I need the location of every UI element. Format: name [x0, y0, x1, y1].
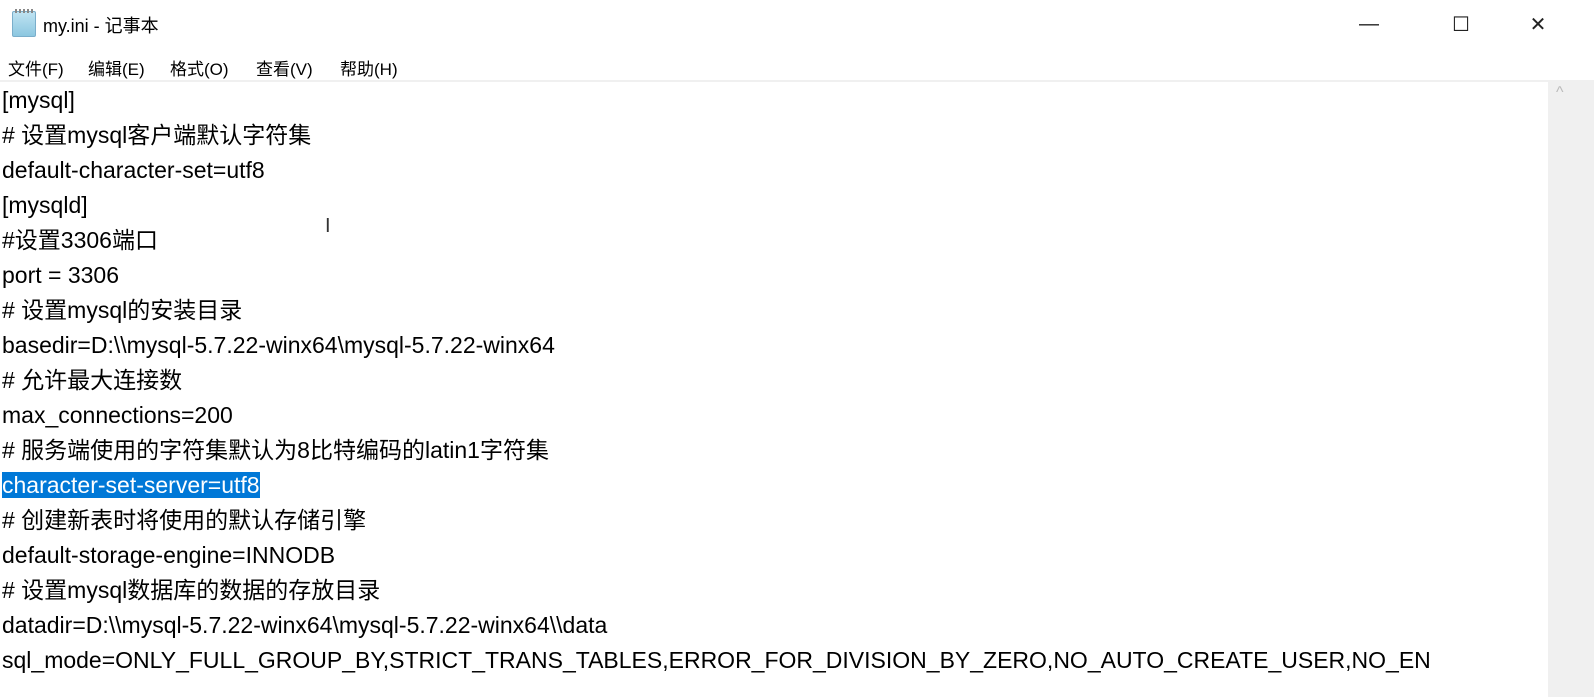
editor-line: character-set-server=utf8 — [2, 468, 260, 503]
line-text: [mysqld] — [2, 192, 88, 218]
line-text: max_connections=200 — [2, 402, 233, 428]
close-button[interactable]: ✕ — [1503, 0, 1573, 48]
editor-line: [mysql] — [2, 83, 75, 118]
editor-line: # 允许最大连接数 — [2, 363, 182, 398]
menu-edit[interactable]: 编辑(E) — [88, 55, 145, 80]
chevron-up-icon[interactable]: ^ — [1556, 84, 1564, 102]
menu-file[interactable]: 文件(F) — [8, 55, 64, 80]
editor-line: max_connections=200 — [2, 398, 233, 433]
editor-line: basedir=D:\\mysql-5.7.22-winx64\mysql-5.… — [2, 328, 555, 363]
editor-line: #设置3306端口 — [2, 223, 158, 258]
menu-bar: 文件(F) 编辑(E) 格式(O) 查看(V) 帮助(H) — [0, 50, 1594, 80]
text-cursor-icon: I — [325, 215, 331, 237]
editor-line: default-character-set=utf8 — [2, 153, 265, 188]
editor-line: # 服务端使用的字符集默认为8比特编码的latin1字符集 — [2, 433, 549, 468]
line-text: default-storage-engine=INNODB — [2, 542, 336, 568]
editor-line: # 创建新表时将使用的默认存储引擎 — [2, 503, 366, 538]
line-text: basedir=D:\\mysql-5.7.22-winx64\mysql-5.… — [2, 332, 555, 358]
line-text: # 设置mysql的安装目录 — [2, 297, 243, 323]
editor-line: sql_mode=ONLY_FULL_GROUP_BY,STRICT_TRANS… — [2, 643, 1431, 678]
title-bar: my.ini - 记事本 — ☐ ✕ — [0, 0, 1594, 48]
line-text: sql_mode=ONLY_FULL_GROUP_BY,STRICT_TRANS… — [2, 647, 1431, 673]
editor-line: # 设置mysql的安装目录 — [2, 293, 242, 328]
text-editor[interactable]: [mysql] # 设置mysql客户端默认字符集 default-characte… — [0, 82, 1548, 697]
editor-line: port = 3306 — [2, 258, 119, 293]
line-text: #设置3306端口 — [2, 227, 158, 253]
editor-line: # 设置mysql客户端默认字符集 — [2, 118, 311, 153]
editor-line: [mysqld] — [2, 188, 88, 223]
line-text: # 创建新表时将使用的默认存储引擎 — [2, 507, 367, 533]
editor-line: # 设置mysql数据库的数据的存放目录 — [2, 573, 380, 608]
line-text: # 设置mysql客户端默认字符集 — [2, 122, 312, 148]
minimize-button[interactable]: — — [1334, 0, 1404, 48]
selected-text: character-set-server=utf8 — [2, 472, 260, 498]
line-text: datadir=D:\\mysql-5.7.22-winx64\mysql-5.… — [2, 612, 608, 638]
window-title: my.ini - 记事本 — [43, 16, 159, 36]
menu-view[interactable]: 查看(V) — [256, 55, 313, 80]
editor-line: datadir=D:\\mysql-5.7.22-winx64\mysql-5.… — [2, 608, 607, 643]
notepad-icon — [12, 9, 36, 37]
maximize-button[interactable]: ☐ — [1426, 0, 1496, 48]
line-text: port = 3306 — [2, 262, 120, 288]
line-text: # 允许最大连接数 — [2, 367, 183, 393]
menu-help[interactable]: 帮助(H) — [340, 55, 398, 80]
line-text: default-character-set=utf8 — [2, 157, 265, 183]
vertical-scrollbar[interactable]: ^ — [1548, 82, 1594, 697]
editor-line: default-storage-engine=INNODB — [2, 538, 335, 573]
line-text: [mysql] — [2, 87, 75, 113]
menu-format[interactable]: 格式(O) — [170, 55, 229, 80]
line-text: # 服务端使用的字符集默认为8比特编码的latin1字符集 — [2, 437, 549, 463]
line-text: # 设置mysql数据库的数据的存放目录 — [2, 577, 381, 603]
